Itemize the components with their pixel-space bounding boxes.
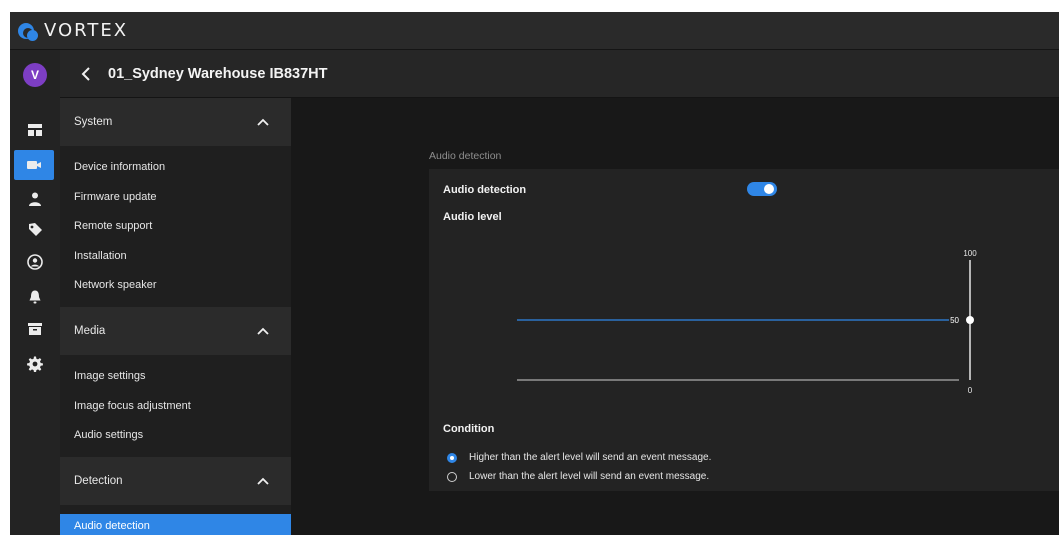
slider-max-label: 100: [963, 249, 977, 258]
archive-icon[interactable]: [10, 314, 60, 344]
chevron-up-icon: [257, 327, 269, 335]
condition-option-label: Higher than the alert level will send an…: [469, 452, 712, 463]
user-icon[interactable]: [10, 184, 60, 214]
section-system-header[interactable]: System: [60, 98, 291, 146]
device-header: 01_Sydney Warehouse IB837HT: [60, 50, 1059, 98]
section-media-header[interactable]: Media: [60, 307, 291, 355]
radio-selected-icon[interactable]: [447, 452, 457, 463]
nav-network-speaker[interactable]: Network speaker: [60, 273, 291, 297]
nav-remote-support[interactable]: Remote support: [60, 214, 291, 238]
nav-image-settings[interactable]: Image settings: [60, 364, 291, 388]
section-detection-label: Detection: [74, 475, 123, 487]
brand-bar: VORTEX: [10, 12, 1059, 50]
audio-level-label: Audio level: [443, 211, 502, 223]
camera-icon[interactable]: [14, 150, 54, 180]
slider-thumb[interactable]: [966, 316, 974, 324]
slider-min-label: 0: [968, 386, 973, 395]
settings-sidebar: System Device information Firmware updat…: [60, 98, 291, 535]
chevron-up-icon: [257, 118, 269, 126]
brand-name: VORTEX: [44, 20, 129, 41]
nav-device-information[interactable]: Device information: [60, 155, 291, 179]
audio-level-chart: 100 50 0: [517, 249, 977, 395]
main-content: Audio detection Audio detection Audio le…: [291, 98, 1059, 535]
panel-caption: Audio detection: [429, 150, 502, 162]
vortex-logo-icon: [18, 21, 38, 41]
nav-firmware-update[interactable]: Firmware update: [60, 185, 291, 209]
icon-rail: V: [10, 50, 60, 535]
device-title: 01_Sydney Warehouse IB837HT: [108, 65, 328, 82]
section-detection-header[interactable]: Detection: [60, 457, 291, 505]
dashboard-icon[interactable]: [10, 115, 60, 145]
gear-icon[interactable]: [10, 349, 60, 379]
audio-detection-label: Audio detection: [443, 184, 527, 196]
chevron-up-icon: [257, 477, 269, 485]
back-arrow-icon[interactable]: [78, 66, 94, 82]
audio-detection-panel: Audio detection Audio level 100 50 0 Con…: [429, 169, 1059, 491]
account-circle-icon[interactable]: [10, 247, 60, 277]
section-system-label: System: [74, 116, 113, 128]
nav-audio-settings[interactable]: Audio settings: [60, 423, 291, 447]
audio-detection-toggle[interactable]: [747, 182, 777, 196]
slider-value-label: 50: [950, 316, 959, 325]
radio-unselected-icon[interactable]: [447, 471, 457, 482]
app-window: VORTEX V 01_Sydney Warehouse IB837HT Sys…: [10, 12, 1059, 535]
condition-option-lower[interactable]: Lower than the alert level will send an …: [447, 471, 709, 482]
nav-installation[interactable]: Installation: [60, 244, 291, 268]
section-media-label: Media: [74, 325, 106, 337]
bell-icon[interactable]: [10, 282, 60, 312]
nav-image-focus-adjustment[interactable]: Image focus adjustment: [60, 394, 291, 418]
user-avatar[interactable]: V: [23, 63, 47, 87]
condition-label: Condition: [443, 423, 495, 435]
tag-icon[interactable]: [10, 215, 60, 245]
condition-option-label: Lower than the alert level will send an …: [469, 471, 710, 482]
nav-audio-detection[interactable]: Audio detection: [60, 514, 291, 535]
condition-option-higher[interactable]: Higher than the alert level will send an…: [447, 452, 711, 463]
